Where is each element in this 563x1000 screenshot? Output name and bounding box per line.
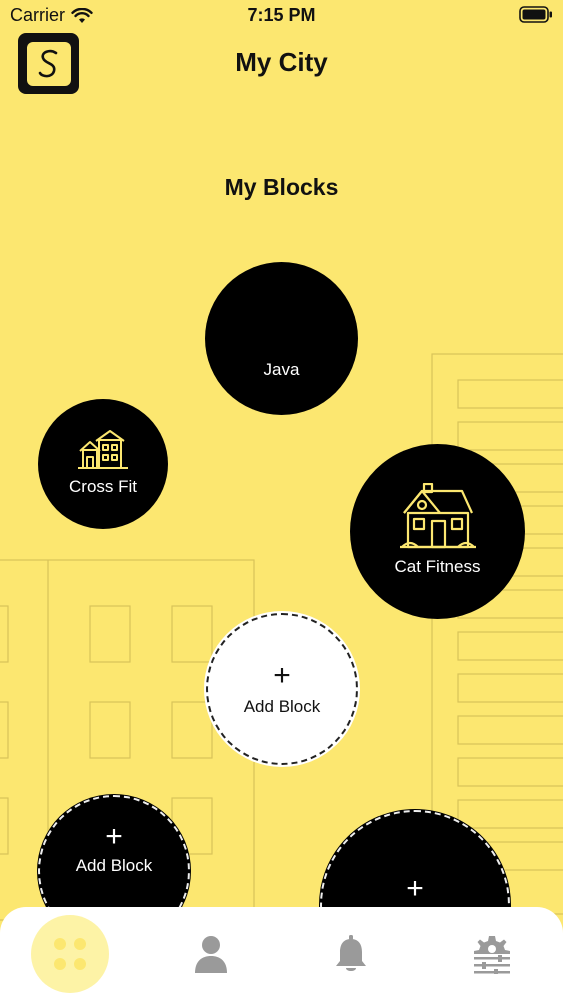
house-icon	[399, 482, 476, 548]
add-block-button[interactable]: + Add Block	[206, 613, 358, 765]
tab-notifications[interactable]	[301, 907, 401, 1000]
grid-dots-icon	[54, 937, 86, 970]
bell-icon	[336, 934, 366, 971]
tab-bar	[0, 907, 563, 1000]
tab-settings[interactable]	[442, 907, 542, 1000]
block-cat-fitness[interactable]: Cat Fitness	[350, 444, 525, 619]
plus-icon: +	[406, 872, 424, 905]
plus-icon: +	[105, 820, 123, 853]
tab-profile[interactable]	[161, 907, 261, 1000]
status-bar: Carrier 7:15 PM	[0, 0, 563, 32]
status-time: 7:15 PM	[247, 5, 316, 25]
plus-icon: +	[273, 659, 291, 692]
settings-sliders-icon	[474, 935, 510, 974]
tab-home[interactable]	[20, 907, 120, 1000]
block-java[interactable]: Java	[205, 262, 358, 415]
block-label: Add Block	[75, 856, 153, 875]
houses-icon	[78, 430, 128, 469]
section-title: My Blocks	[224, 174, 339, 200]
page-title: My City	[235, 47, 328, 77]
screen: Carrier 7:15 PM My City My Blocks Java C…	[0, 0, 563, 1000]
block-label: Cat Fitness	[394, 556, 481, 576]
block-label: Cross Fit	[69, 477, 137, 496]
block-label: Java	[263, 359, 300, 379]
person-icon	[195, 935, 227, 973]
battery-icon	[519, 6, 552, 23]
block-label: Add Block	[243, 697, 321, 716]
block-cross-fit[interactable]: Cross Fit	[38, 399, 168, 529]
